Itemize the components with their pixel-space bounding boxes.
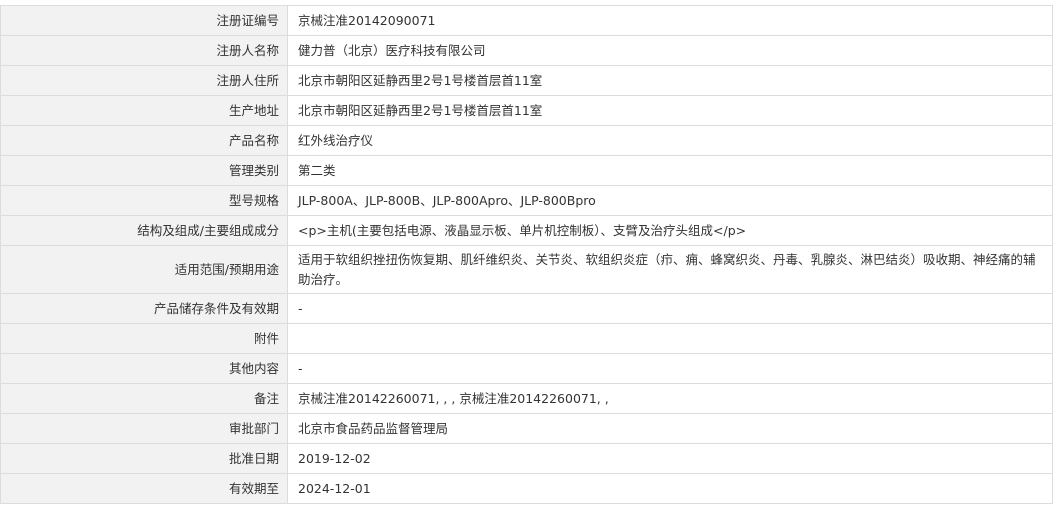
field-value: JLP-800A、JLP-800B、JLP-800Apro、JLP-800Bpr… — [287, 185, 1053, 216]
field-label: 产品储存条件及有效期 — [0, 293, 288, 324]
row-attachments: 附件 — [0, 323, 1053, 354]
row-production-address: 生产地址 北京市朝阳区延静西里2号1号楼首层首11室 — [0, 95, 1053, 126]
row-intended-use: 适用范围/预期用途 适用于软组织挫扭伤恢复期、肌纤维织炎、关节炎、软组织炎症（疖… — [0, 245, 1053, 294]
row-product-name: 产品名称 红外线治疗仪 — [0, 125, 1053, 156]
field-label: 适用范围/预期用途 — [0, 245, 288, 294]
field-value: 京械注准20142260071, , , 京械注准20142260071, , — [287, 383, 1053, 414]
row-structure-composition: 结构及组成/主要组成成分 <p>主机(主要包括电源、液晶显示板、单片机控制板）、… — [0, 215, 1053, 246]
field-value: 2024-12-01 — [287, 473, 1053, 504]
field-value: <p>主机(主要包括电源、液晶显示板、单片机控制板）、支臂及治疗头组成</p> — [287, 215, 1053, 246]
registration-record-table: 注册证编号 京械注准20142090071 注册人名称 健力普（北京）医疗科技有… — [0, 5, 1053, 504]
field-value: 适用于软组织挫扭伤恢复期、肌纤维织炎、关节炎、软组织炎症（疖、痈、蜂窝织炎、丹毒… — [287, 245, 1053, 294]
field-label: 附件 — [0, 323, 288, 354]
field-label: 型号规格 — [0, 185, 288, 216]
field-label: 审批部门 — [0, 413, 288, 444]
row-approval-date: 批准日期 2019-12-02 — [0, 443, 1053, 474]
row-remarks: 备注 京械注准20142260071, , , 京械注准20142260071,… — [0, 383, 1053, 414]
field-label: 批准日期 — [0, 443, 288, 474]
field-label: 结构及组成/主要组成成分 — [0, 215, 288, 246]
row-management-category: 管理类别 第二类 — [0, 155, 1053, 186]
row-approval-department: 审批部门 北京市食品药品监督管理局 — [0, 413, 1053, 444]
field-label: 产品名称 — [0, 125, 288, 156]
field-label: 注册人名称 — [0, 35, 288, 66]
field-value: 京械注准20142090071 — [287, 5, 1053, 36]
field-label: 注册证编号 — [0, 5, 288, 36]
row-valid-until: 有效期至 2024-12-01 — [0, 473, 1053, 504]
field-value: 第二类 — [287, 155, 1053, 186]
row-registrant-address: 注册人住所 北京市朝阳区延静西里2号1号楼首层首11室 — [0, 65, 1053, 96]
row-registration-number: 注册证编号 京械注准20142090071 — [0, 5, 1053, 36]
field-value: 红外线治疗仪 — [287, 125, 1053, 156]
field-label: 有效期至 — [0, 473, 288, 504]
field-label: 备注 — [0, 383, 288, 414]
field-value: 健力普（北京）医疗科技有限公司 — [287, 35, 1053, 66]
field-value: - — [287, 293, 1053, 324]
row-storage-conditions: 产品储存条件及有效期 - — [0, 293, 1053, 324]
row-other-content: 其他内容 - — [0, 353, 1053, 384]
field-value: - — [287, 353, 1053, 384]
field-label: 注册人住所 — [0, 65, 288, 96]
field-value — [287, 323, 1053, 354]
field-label: 其他内容 — [0, 353, 288, 384]
field-label: 生产地址 — [0, 95, 288, 126]
field-value: 北京市食品药品监督管理局 — [287, 413, 1053, 444]
field-value: 2019-12-02 — [287, 443, 1053, 474]
row-registrant-name: 注册人名称 健力普（北京）医疗科技有限公司 — [0, 35, 1053, 66]
field-value: 北京市朝阳区延静西里2号1号楼首层首11室 — [287, 65, 1053, 96]
row-model-spec: 型号规格 JLP-800A、JLP-800B、JLP-800Apro、JLP-8… — [0, 185, 1053, 216]
field-label: 管理类别 — [0, 155, 288, 186]
field-value: 北京市朝阳区延静西里2号1号楼首层首11室 — [287, 95, 1053, 126]
